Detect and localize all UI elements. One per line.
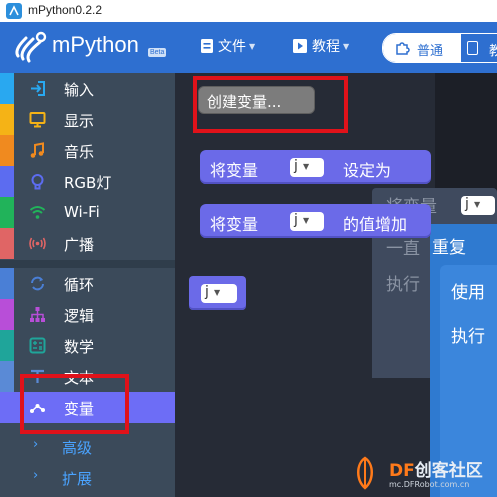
mode-teach-label: 教 [489, 40, 497, 59]
workspace-repeat-label: 重复 [432, 238, 466, 258]
menu-file[interactable]: 文件 ▼ [200, 36, 255, 58]
category-extension[interactable]: › 扩展 [0, 462, 175, 492]
category-music[interactable]: 音乐 [0, 135, 175, 166]
category-label: 扩展 [62, 470, 93, 488]
menu-file-label: 文件 [218, 39, 246, 55]
category-loop[interactable]: 循环 [0, 268, 175, 299]
category-color-stripe [0, 361, 14, 392]
category-label: RGB灯 [64, 174, 112, 192]
window-title-bar: mPython0.2.2 [0, 0, 497, 23]
category-label: 高级 [62, 439, 93, 457]
menu-tutorial-label: 教程 [312, 39, 340, 55]
category-color-stripe [0, 166, 14, 197]
menu-tutorial[interactable]: 教程 ▼ [292, 36, 349, 58]
change-variable-block[interactable]: 将变量 j ▼ 的值增加 [200, 204, 431, 238]
chevron-down-icon: ▼ [214, 288, 221, 297]
category-color-stripe [0, 73, 14, 104]
category-color-stripe [0, 104, 14, 135]
rgb-light-icon [31, 174, 44, 190]
wifi-icon [29, 206, 46, 219]
var-name: j [294, 212, 298, 228]
set-variable-block[interactable]: 将变量 j ▼ 设定为 [200, 150, 431, 184]
change-suffix: 的值增加 [343, 215, 408, 234]
var-dropdown[interactable]: j ▼ [201, 284, 237, 303]
app-header: mPython Beta 文件▼ 教程▼ 普通 教 [0, 22, 497, 73]
window-title: mPython0.2.2 [28, 3, 103, 17]
puzzle-icon [396, 42, 410, 55]
var-name: j [465, 196, 469, 212]
chevron-right-icon: › [33, 468, 39, 483]
chevron-down-icon: ▼ [343, 41, 350, 51]
category-color-stripe [0, 268, 14, 299]
input-icon [31, 81, 45, 96]
loop-icon [31, 276, 44, 291]
category-label: 循环 [64, 276, 95, 294]
category-label: 输入 [64, 81, 95, 99]
beta-badge: Beta [148, 48, 167, 57]
chevron-down-icon: ▼ [474, 200, 481, 209]
category-color-stripe [0, 330, 14, 361]
workspace-do-label: 执行 [386, 275, 420, 295]
watermark-rest: 创客社区 [414, 461, 483, 481]
broadcast-icon [29, 237, 46, 250]
var-dropdown[interactable]: j ▼ [290, 212, 324, 231]
mpython-logo-icon [15, 31, 47, 63]
mode-toggle: 普通 教 [382, 33, 497, 63]
var-name: j [205, 284, 209, 300]
category-advanced[interactable]: › 高级 [0, 431, 175, 461]
mode-normal-button[interactable]: 普通 [383, 34, 461, 62]
category-input[interactable]: 输入 [0, 73, 175, 104]
set-prefix: 将变量 [210, 161, 259, 180]
document-icon [467, 41, 478, 55]
category-label: Wi-Fi [64, 203, 100, 221]
mode-teach-button[interactable]: 教 [461, 34, 497, 62]
chevron-down-icon: ▼ [303, 162, 310, 171]
category-wifi[interactable]: Wi-Fi [0, 197, 175, 228]
category-logic[interactable]: 逻辑 [0, 299, 175, 330]
category-label: 音乐 [64, 143, 95, 161]
music-icon [30, 142, 44, 158]
category-broadcast[interactable]: 广播 [0, 228, 175, 259]
watermark-title: DF创客社区 [389, 456, 483, 481]
category-label: 数学 [64, 338, 95, 356]
file-icon [201, 39, 213, 53]
highlight-variable-category [20, 374, 129, 434]
category-rgb[interactable]: RGB灯 [0, 166, 175, 197]
mode-normal-label: 普通 [417, 44, 444, 59]
math-icon [29, 337, 46, 354]
var-name: j [294, 158, 298, 174]
category-label: 显示 [64, 112, 95, 130]
workspace-var-dropdown[interactable]: j ▼ [461, 196, 495, 215]
var-dropdown[interactable]: j ▼ [290, 158, 324, 177]
category-color-stripe [0, 135, 14, 166]
set-suffix: 设定为 [343, 161, 392, 180]
app-icon [6, 3, 22, 19]
dfrobot-logo-icon [357, 456, 373, 490]
category-label: 广播 [64, 236, 95, 254]
logic-icon [30, 307, 45, 322]
category-math[interactable]: 数学 [0, 330, 175, 361]
watermark-df: DF [389, 461, 415, 481]
watermark: DF创客社区 mc.DFRobot.com.cn [343, 450, 497, 497]
chevron-down-icon: ▼ [249, 41, 256, 51]
display-icon [29, 112, 46, 128]
category-color-stripe [0, 228, 14, 259]
get-variable-block[interactable]: j ▼ [189, 276, 246, 310]
category-color-stripe [0, 197, 14, 228]
chevron-down-icon: ▼ [303, 216, 310, 225]
category-color-stripe [0, 299, 14, 330]
category-display[interactable]: 显示 [0, 104, 175, 135]
watermark-url: mc.DFRobot.com.cn [389, 480, 470, 489]
workspace-use-label: 使用 [451, 283, 485, 303]
brand-name: mPython [52, 32, 139, 57]
workspace-exec-label: 执行 [451, 327, 485, 347]
tutorial-icon [293, 39, 307, 53]
change-prefix: 将变量 [210, 215, 259, 234]
highlight-create-variable [193, 76, 348, 133]
chevron-right-icon: › [33, 437, 39, 452]
sidebar-divider [0, 260, 175, 268]
category-label: 逻辑 [64, 307, 95, 325]
